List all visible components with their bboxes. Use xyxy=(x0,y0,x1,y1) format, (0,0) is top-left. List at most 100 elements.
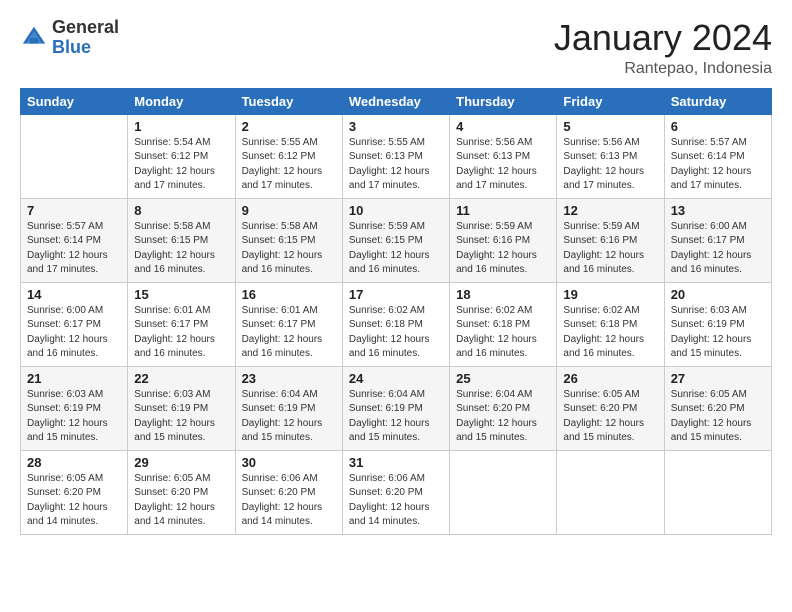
calendar-cell: 24 Sunrise: 6:04 AMSunset: 6:19 PMDayligh… xyxy=(342,366,449,450)
calendar-cell: 4 Sunrise: 5:56 AMSunset: 6:13 PMDaylight… xyxy=(450,114,557,198)
day-info: Sunrise: 6:02 AMSunset: 6:18 PMDaylight:… xyxy=(349,304,443,362)
calendar-cell: 29Sunrise: 6:05 AMSunset: 6:20 PMDayligh… xyxy=(128,450,235,534)
day-number: 24 xyxy=(349,371,443,386)
day-info: Sunrise: 6:04 AMSunset: 6:19 PMDaylight:… xyxy=(242,388,336,446)
day-info: Sunrise: 6:05 AMSunset: 6:20 PMDaylight:… xyxy=(563,388,657,446)
day-number: 25 xyxy=(456,371,550,386)
day-number: 29 xyxy=(134,455,228,470)
calendar-cell: 2 Sunrise: 5:55 AMSunset: 6:12 PMDaylight… xyxy=(235,114,342,198)
logo-text: General Blue xyxy=(52,18,119,58)
day-number: 1 xyxy=(134,119,228,134)
day-info: Sunrise: 5:56 AMSunset: 6:13 PMDaylight:… xyxy=(456,136,550,194)
day-info: Sunrise: 5:58 AMSunset: 6:15 PMDaylight:… xyxy=(242,220,336,278)
day-info: Sunrise: 5:54 AMSunset: 6:12 PMDaylight:… xyxy=(134,136,228,194)
day-number: 6 xyxy=(671,119,765,134)
calendar-cell xyxy=(664,450,771,534)
day-info: Sunrise: 6:04 AMSunset: 6:19 PMDaylight:… xyxy=(349,388,443,446)
day-info: Sunrise: 5:57 AMSunset: 6:14 PMDaylight:… xyxy=(27,220,121,278)
day-number: 4 xyxy=(456,119,550,134)
day-number: 15 xyxy=(134,287,228,302)
day-header-saturday: Saturday xyxy=(664,88,771,114)
calendar-cell: 27 Sunrise: 6:05 AMSunset: 6:20 PMDayligh… xyxy=(664,366,771,450)
day-info: Sunrise: 6:02 AMSunset: 6:18 PMDaylight:… xyxy=(456,304,550,362)
day-number: 7 xyxy=(27,203,121,218)
calendar-cell: 17Sunrise: 6:02 AMSunset: 6:18 PMDayligh… xyxy=(342,282,449,366)
day-info: Sunrise: 5:57 AMSunset: 6:14 PMDaylight:… xyxy=(671,136,765,194)
calendar-cell: 14 Sunrise: 6:00 AMSunset: 6:17 PMDayligh… xyxy=(21,282,128,366)
calendar-week-row: 7 Sunrise: 5:57 AMSunset: 6:14 PMDaylight… xyxy=(21,198,772,282)
calendar-week-row: 1 Sunrise: 5:54 AMSunset: 6:12 PMDaylight… xyxy=(21,114,772,198)
day-number: 19 xyxy=(563,287,657,302)
day-info: Sunrise: 6:05 AMSunset: 6:20 PMDaylight:… xyxy=(671,388,765,446)
calendar-cell: 31Sunrise: 6:06 AMSunset: 6:20 PMDayligh… xyxy=(342,450,449,534)
calendar-cell: 5 Sunrise: 5:56 AMSunset: 6:13 PMDaylight… xyxy=(557,114,664,198)
day-info: Sunrise: 6:01 AMSunset: 6:17 PMDaylight:… xyxy=(242,304,336,362)
calendar-table: SundayMondayTuesdayWednesdayThursdayFrid… xyxy=(20,88,772,535)
calendar-title: January 2024 xyxy=(554,18,772,58)
calendar-cell: 8Sunrise: 5:58 AMSunset: 6:15 PMDaylight… xyxy=(128,198,235,282)
calendar-header-row: SundayMondayTuesdayWednesdayThursdayFrid… xyxy=(21,88,772,114)
day-number: 5 xyxy=(563,119,657,134)
day-number: 11 xyxy=(456,203,550,218)
calendar-cell: 15Sunrise: 6:01 AMSunset: 6:17 PMDayligh… xyxy=(128,282,235,366)
calendar-cell: 22 Sunrise: 6:03 AMSunset: 6:19 PMDayligh… xyxy=(128,366,235,450)
day-number: 2 xyxy=(242,119,336,134)
day-header-wednesday: Wednesday xyxy=(342,88,449,114)
day-info: Sunrise: 6:03 AMSunset: 6:19 PMDaylight:… xyxy=(671,304,765,362)
calendar-cell xyxy=(557,450,664,534)
day-number: 22 xyxy=(134,371,228,386)
day-header-thursday: Thursday xyxy=(450,88,557,114)
calendar-cell: 21 Sunrise: 6:03 AMSunset: 6:19 PMDayligh… xyxy=(21,366,128,450)
calendar-cell: 25 Sunrise: 6:04 AMSunset: 6:20 PMDayligh… xyxy=(450,366,557,450)
day-number: 20 xyxy=(671,287,765,302)
calendar-cell: 28Sunrise: 6:05 AMSunset: 6:20 PMDayligh… xyxy=(21,450,128,534)
day-header-friday: Friday xyxy=(557,88,664,114)
logo-icon xyxy=(20,24,48,52)
day-number: 26 xyxy=(563,371,657,386)
day-info: Sunrise: 5:59 AMSunset: 6:16 PMDaylight:… xyxy=(563,220,657,278)
calendar-subtitle: Rantepao, Indonesia xyxy=(554,60,772,78)
calendar-cell: 20 Sunrise: 6:03 AMSunset: 6:19 PMDayligh… xyxy=(664,282,771,366)
day-number: 14 xyxy=(27,287,121,302)
calendar-week-row: 21 Sunrise: 6:03 AMSunset: 6:19 PMDayligh… xyxy=(21,366,772,450)
day-number: 10 xyxy=(349,203,443,218)
calendar-cell: 18Sunrise: 6:02 AMSunset: 6:18 PMDayligh… xyxy=(450,282,557,366)
day-number: 27 xyxy=(671,371,765,386)
calendar-cell xyxy=(21,114,128,198)
calendar-cell: 6 Sunrise: 5:57 AMSunset: 6:14 PMDaylight… xyxy=(664,114,771,198)
day-info: Sunrise: 6:06 AMSunset: 6:20 PMDaylight:… xyxy=(242,472,336,530)
day-number: 30 xyxy=(242,455,336,470)
day-info: Sunrise: 6:03 AMSunset: 6:19 PMDaylight:… xyxy=(134,388,228,446)
day-number: 9 xyxy=(242,203,336,218)
calendar-week-row: 14 Sunrise: 6:00 AMSunset: 6:17 PMDayligh… xyxy=(21,282,772,366)
day-info: Sunrise: 6:04 AMSunset: 6:20 PMDaylight:… xyxy=(456,388,550,446)
calendar-cell: 3 Sunrise: 5:55 AMSunset: 6:13 PMDaylight… xyxy=(342,114,449,198)
calendar-cell: 23 Sunrise: 6:04 AMSunset: 6:19 PMDayligh… xyxy=(235,366,342,450)
day-header-tuesday: Tuesday xyxy=(235,88,342,114)
day-info: Sunrise: 5:55 AMSunset: 6:13 PMDaylight:… xyxy=(349,136,443,194)
day-number: 13 xyxy=(671,203,765,218)
calendar-page: General Blue January 2024 Rantepao, Indo… xyxy=(0,0,792,612)
day-info: Sunrise: 5:55 AMSunset: 6:12 PMDaylight:… xyxy=(242,136,336,194)
calendar-cell: 10 Sunrise: 5:59 AMSunset: 6:15 PMDayligh… xyxy=(342,198,449,282)
calendar-cell: 19Sunrise: 6:02 AMSunset: 6:18 PMDayligh… xyxy=(557,282,664,366)
day-number: 31 xyxy=(349,455,443,470)
calendar-cell xyxy=(450,450,557,534)
day-number: 23 xyxy=(242,371,336,386)
day-info: Sunrise: 6:03 AMSunset: 6:19 PMDaylight:… xyxy=(27,388,121,446)
day-info: Sunrise: 6:00 AMSunset: 6:17 PMDaylight:… xyxy=(27,304,121,362)
page-header: General Blue January 2024 Rantepao, Indo… xyxy=(20,18,772,78)
calendar-cell: 13Sunrise: 6:00 AMSunset: 6:17 PMDayligh… xyxy=(664,198,771,282)
day-number: 21 xyxy=(27,371,121,386)
day-header-monday: Monday xyxy=(128,88,235,114)
day-header-sunday: Sunday xyxy=(21,88,128,114)
calendar-week-row: 28Sunrise: 6:05 AMSunset: 6:20 PMDayligh… xyxy=(21,450,772,534)
calendar-cell: 9 Sunrise: 5:58 AMSunset: 6:15 PMDaylight… xyxy=(235,198,342,282)
day-number: 3 xyxy=(349,119,443,134)
day-info: Sunrise: 5:56 AMSunset: 6:13 PMDaylight:… xyxy=(563,136,657,194)
day-info: Sunrise: 5:59 AMSunset: 6:15 PMDaylight:… xyxy=(349,220,443,278)
title-block: January 2024 Rantepao, Indonesia xyxy=(554,18,772,78)
calendar-cell: 16Sunrise: 6:01 AMSunset: 6:17 PMDayligh… xyxy=(235,282,342,366)
day-number: 8 xyxy=(134,203,228,218)
logo-blue-text: Blue xyxy=(52,38,119,58)
